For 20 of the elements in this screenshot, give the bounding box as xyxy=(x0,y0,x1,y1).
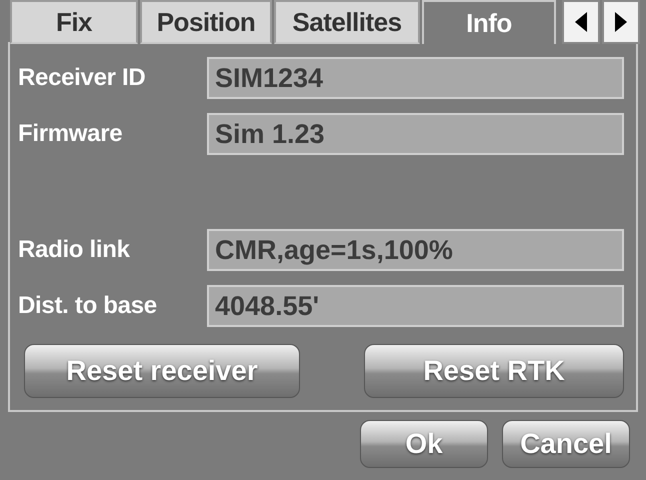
value-field: SIM1234 xyxy=(207,57,624,99)
previous-tab-button[interactable] xyxy=(562,0,600,44)
field-label: Firmware xyxy=(18,120,124,148)
tab[interactable]: Satellites xyxy=(274,0,420,44)
right-arrow-icon xyxy=(615,12,627,32)
tab[interactable]: Position xyxy=(140,0,272,44)
cancel-button[interactable]: Cancel xyxy=(502,420,630,468)
tab[interactable]: Fix xyxy=(10,0,138,44)
field-label: Receiver ID xyxy=(18,64,146,92)
reset-button[interactable]: Reset RTK xyxy=(364,344,624,398)
value-field: CMR,age=1s,100% xyxy=(207,229,624,271)
value-field: Sim 1.23 xyxy=(207,113,624,155)
field-label: Radio link xyxy=(18,236,131,264)
left-arrow-icon xyxy=(575,12,587,32)
field-label: Dist. to base xyxy=(18,292,158,320)
next-tab-button[interactable] xyxy=(602,0,640,44)
ok-button[interactable]: Ok xyxy=(360,420,488,468)
value-field: 4048.55' xyxy=(207,285,624,327)
reset-button[interactable]: Reset receiver xyxy=(24,344,300,398)
tab[interactable]: Info xyxy=(422,0,556,44)
